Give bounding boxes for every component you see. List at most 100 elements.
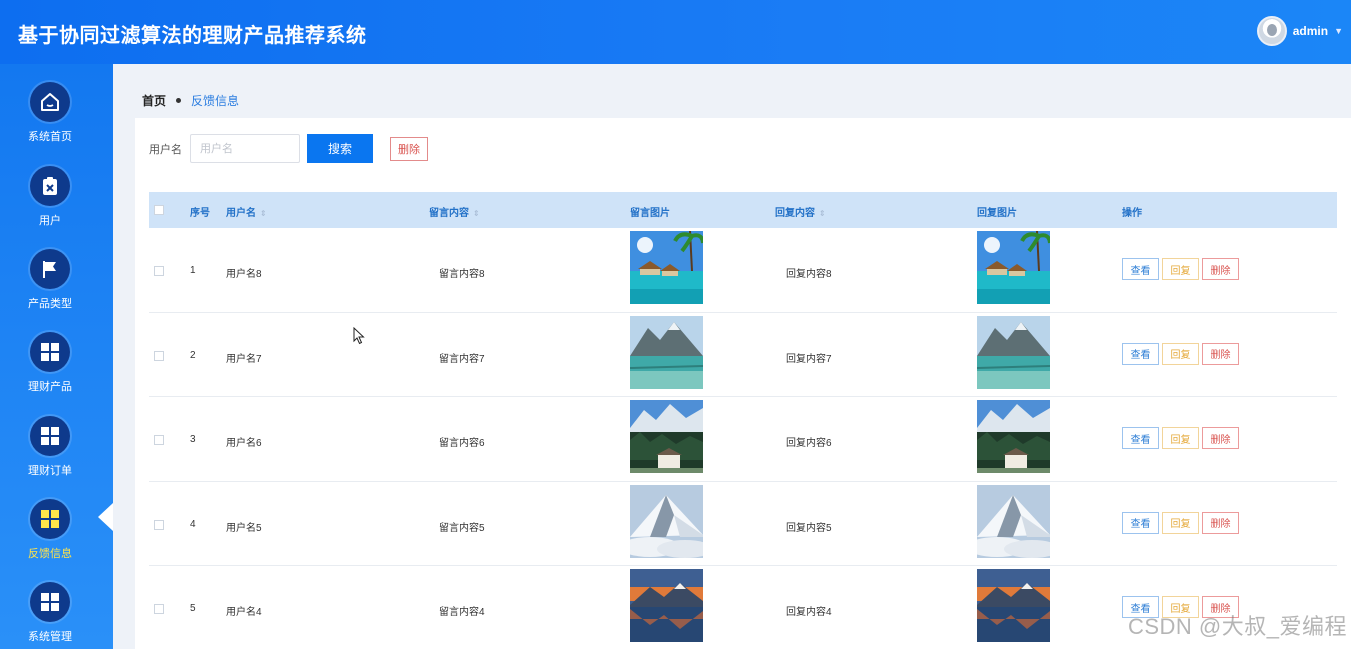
- avatar[interactable]: [1256, 16, 1287, 46]
- sidebar-item-label: 产品类型: [28, 298, 72, 310]
- main-content: 首页 反馈信息 用户名 搜索 删除 序号 用户名 ⇕ 留言内容 ⇕ 留言图片 回复内…: [113, 64, 1351, 649]
- cell-username: 用户名5: [226, 522, 262, 534]
- search-label: 用户名: [149, 143, 182, 156]
- row-checkbox[interactable]: [154, 604, 164, 614]
- cell-index: 4: [190, 518, 196, 530]
- search-input[interactable]: [190, 134, 300, 163]
- reply-button[interactable]: 回复: [1162, 511, 1199, 534]
- column-header-label: 回复内容: [775, 208, 815, 219]
- row-checkbox[interactable]: [154, 350, 164, 361]
- cell-username: 用户名6: [226, 438, 262, 449]
- reply-button[interactable]: 回复: [1162, 258, 1199, 280]
- column-header-label: 留言内容: [429, 208, 469, 219]
- sidebar-item-products[interactable]: 理财产品: [0, 332, 100, 412]
- search-button[interactable]: 搜索: [307, 134, 373, 163]
- column-header-label: 用户名: [226, 208, 256, 219]
- watermark: CSDN @大叔_爱编程: [1127, 614, 1347, 639]
- cell-index: 3: [190, 434, 196, 445]
- cell-message: 留言内容6: [439, 438, 485, 449]
- table-header: 序号 用户名 ⇕ 留言内容 ⇕ 留言图片 回复内容 ⇕ 回复图片 操作: [149, 192, 1337, 228]
- cell-index: 2: [190, 349, 196, 361]
- username-label[interactable]: admin: [1293, 24, 1328, 38]
- cell-reply: 回复内容5: [786, 522, 832, 534]
- mountain-village-image[interactable]: [977, 400, 1050, 473]
- tropical-bungalow-image[interactable]: [977, 231, 1050, 304]
- breadcrumb: 首页 反馈信息: [142, 92, 239, 109]
- content-panel: 用户名 搜索 删除 序号 用户名 ⇕ 留言内容 ⇕ 留言图片 回复内容 ⇕ 回复图片 …: [135, 118, 1351, 649]
- cell-reply: 回复内容4: [786, 607, 832, 618]
- view-button[interactable]: 查看: [1122, 427, 1159, 449]
- delete-button[interactable]: 删除: [1202, 427, 1239, 449]
- cell-username: 用户名8: [226, 269, 262, 280]
- column-header-message[interactable]: 留言内容 ⇕: [429, 204, 480, 219]
- sort-icon[interactable]: ⇕: [473, 209, 480, 218]
- column-header-reply-image: 回复图片: [977, 208, 1017, 219]
- cell-username: 用户名4: [226, 607, 262, 618]
- user-menu[interactable]: admin ▼: [1256, 16, 1343, 46]
- view-button[interactable]: 查看: [1122, 342, 1159, 365]
- sidebar-item-label: 系统首页: [28, 131, 72, 143]
- mountain-village-image[interactable]: [630, 400, 703, 473]
- reply-button[interactable]: 回复: [1162, 342, 1199, 365]
- sidebar-item-label: 理财产品: [28, 381, 72, 393]
- sort-icon[interactable]: ⇕: [260, 209, 267, 218]
- delete-button[interactable]: 删除: [1202, 511, 1239, 534]
- sidebar-item-label: 系统管理: [28, 631, 72, 643]
- flag-icon: [30, 249, 70, 289]
- cell-index: 5: [190, 603, 196, 614]
- sidebar-item-label: 理财订单: [28, 465, 72, 477]
- cell-message: 留言内容7: [439, 353, 485, 365]
- sunset-mountain-image[interactable]: [630, 569, 703, 642]
- row-checkbox[interactable]: [154, 519, 164, 530]
- delete-button[interactable]: 删除: [1202, 342, 1239, 365]
- breadcrumb-current: 反馈信息: [191, 94, 240, 108]
- snow-peak-image[interactable]: [630, 484, 703, 558]
- tropical-bungalow-image[interactable]: [630, 231, 703, 304]
- table-row: 2 用户名7 留言内容7 回复内容7 查看 回复 删除: [149, 313, 1337, 397]
- chevron-down-icon[interactable]: ▼: [1334, 26, 1343, 36]
- grid-icon: [30, 582, 70, 622]
- grid-icon: [30, 499, 70, 539]
- table-row: 4 用户名5 留言内容5 回复内容5 查看 回复 删除: [149, 482, 1337, 566]
- table-row: 1 用户名8 留言内容8 回复内容8 查看 回复 删除: [149, 228, 1337, 313]
- cell-reply: 回复内容6: [786, 438, 832, 449]
- sort-icon[interactable]: ⇕: [819, 209, 826, 218]
- search-bar: 用户名 搜索 删除: [149, 134, 428, 163]
- sunset-mountain-image[interactable]: [977, 569, 1050, 642]
- cell-reply: 回复内容8: [786, 269, 832, 280]
- column-header-reply[interactable]: 回复内容 ⇕: [775, 204, 826, 219]
- sidebar-item-home[interactable]: 系统首页: [0, 82, 100, 162]
- row-checkbox[interactable]: [154, 266, 164, 276]
- reply-button[interactable]: 回复: [1162, 427, 1199, 449]
- row-checkbox[interactable]: [154, 435, 164, 445]
- clipboard-x-icon: [30, 166, 70, 206]
- snow-peak-image[interactable]: [977, 484, 1050, 558]
- cell-message: 留言内容5: [439, 522, 485, 534]
- sidebar-item-system[interactable]: 系统管理: [0, 582, 100, 649]
- column-header-message-image: 留言图片: [630, 208, 670, 219]
- top-header: 基于协同过滤算法的理财产品推荐系统 admin ▼: [0, 0, 1351, 64]
- select-all-checkbox[interactable]: [154, 205, 164, 215]
- view-button[interactable]: 查看: [1122, 258, 1159, 280]
- cell-index: 1: [190, 265, 196, 276]
- delete-button[interactable]: 删除: [1202, 258, 1239, 280]
- column-header-username[interactable]: 用户名 ⇕: [226, 204, 267, 219]
- app-title: 基于协同过滤算法的理财产品推荐系统: [18, 25, 367, 47]
- cell-username: 用户名7: [226, 353, 262, 365]
- batch-delete-button[interactable]: 删除: [390, 136, 428, 161]
- breadcrumb-separator: [176, 98, 182, 103]
- mountain-lake-image[interactable]: [977, 315, 1050, 389]
- sidebar-item-label: 用户: [39, 215, 61, 227]
- mountain-lake-image[interactable]: [630, 315, 703, 389]
- cell-message: 留言内容8: [439, 269, 485, 280]
- view-button[interactable]: 查看: [1122, 511, 1159, 534]
- sidebar-item-orders[interactable]: 理财订单: [0, 416, 100, 496]
- column-header-actions: 操作: [1122, 208, 1142, 219]
- table-row: 3 用户名6 留言内容6 回复内容6 查看 回复 删除: [149, 397, 1337, 482]
- sidebar-item-users[interactable]: 用户: [0, 166, 100, 246]
- sidebar: 系统首页 用户 产品类型 理财产品 理财订单 反馈信息 系统管理: [0, 64, 113, 649]
- cell-message: 留言内容4: [439, 607, 485, 618]
- sidebar-item-product-types[interactable]: 产品类型: [0, 249, 100, 329]
- breadcrumb-home[interactable]: 首页: [142, 92, 166, 109]
- sidebar-item-feedback[interactable]: 反馈信息: [0, 499, 100, 579]
